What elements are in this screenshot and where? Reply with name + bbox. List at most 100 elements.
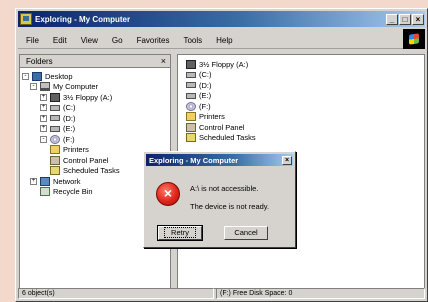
list-item-label: 3½ Floppy (A:)	[199, 59, 249, 69]
list-item[interactable]: Scheduled Tasks	[186, 133, 424, 144]
hard-drive-icon	[186, 92, 196, 99]
tree-expander[interactable]: +	[30, 177, 37, 185]
minimize-button[interactable]: _	[386, 13, 398, 25]
list-item-label: Printers	[199, 112, 225, 122]
tree-item-drive-c[interactable]: + (C:)	[20, 103, 170, 114]
tree-item-label: (F:)	[63, 134, 75, 144]
menu-tools[interactable]: Tools	[183, 36, 202, 45]
tree-expander[interactable]: -	[30, 83, 37, 91]
list-item[interactable]: (D:)	[186, 80, 424, 91]
tree-item-label: Control Panel	[63, 155, 109, 165]
tree-item-my-computer[interactable]: - My Computer	[20, 82, 170, 93]
computer-icon	[40, 82, 50, 92]
list-item-label: Scheduled Tasks	[199, 133, 256, 143]
tree-expander[interactable]: -	[40, 135, 47, 143]
list-item-label: (F:)	[199, 101, 211, 111]
hard-drive-icon	[50, 115, 60, 122]
hard-drive-icon	[186, 82, 196, 89]
tree-item-label: Desktop	[45, 71, 73, 81]
cd-drive-icon	[186, 101, 196, 111]
tree-expander[interactable]: +	[40, 104, 47, 112]
network-icon	[40, 176, 50, 186]
tree-expander[interactable]: -	[22, 72, 29, 80]
cancel-button[interactable]: Cancel	[224, 226, 268, 240]
contents-list: 3½ Floppy (A:) (C:) (D:) (E:) (F:) Print…	[178, 55, 424, 143]
windows-flag-icon	[409, 33, 419, 45]
desktop-icon	[32, 71, 42, 81]
list-item[interactable]: Printers	[186, 112, 424, 123]
retry-button[interactable]: Retry	[157, 225, 203, 241]
tree-item-label: 3½ Floppy (A:)	[63, 92, 113, 102]
floppy-drive-icon	[50, 92, 60, 102]
tree-expander	[30, 188, 37, 195]
recycle-bin-icon	[40, 187, 50, 197]
list-item-label: (E:)	[199, 91, 212, 101]
list-item[interactable]: Control Panel	[186, 122, 424, 133]
tree-item-drive-f[interactable]: - (F:)	[20, 134, 170, 145]
list-item-label: Control Panel	[199, 122, 245, 132]
tree-expander	[40, 157, 47, 164]
list-item[interactable]: (C:)	[186, 70, 424, 81]
tree-item-desktop[interactable]: - Desktop	[20, 71, 170, 82]
folders-pane-header: Folders ×	[20, 55, 170, 68]
list-item[interactable]: 3½ Floppy (A:)	[186, 59, 424, 70]
list-item[interactable]: (E:)	[186, 91, 424, 102]
error-message: A:\ is not accessible.	[190, 184, 259, 193]
control-panel-icon	[50, 155, 60, 165]
printers-folder-icon	[186, 112, 196, 122]
title-bar[interactable]: Exploring - My Computer _ □ ×	[18, 11, 425, 27]
tree-item-label: (D:)	[63, 113, 76, 123]
cd-drive-icon	[50, 134, 60, 144]
hard-drive-icon	[186, 71, 196, 78]
dialog-close-button[interactable]: ×	[282, 155, 292, 165]
folders-pane-close-button[interactable]: ×	[161, 56, 166, 66]
menu-help[interactable]: Help	[216, 36, 232, 45]
control-panel-icon	[186, 122, 196, 132]
tree-item-drive-e[interactable]: + (E:)	[20, 124, 170, 135]
error-icon: ×	[156, 182, 180, 206]
tree-expander[interactable]: +	[40, 114, 47, 122]
menu-view[interactable]: View	[81, 36, 98, 45]
tree-item-label: Scheduled Tasks	[63, 166, 120, 176]
tree-expander	[40, 167, 47, 174]
windows-logo	[403, 29, 425, 49]
tree-expander[interactable]: +	[40, 125, 47, 133]
error-detail: The device is not ready.	[190, 202, 270, 211]
maximize-button[interactable]: □	[399, 13, 411, 25]
scheduled-tasks-icon	[186, 133, 196, 143]
tree-item-label: Network	[53, 176, 81, 186]
explorer-app-icon	[20, 13, 32, 25]
retry-button-label: Retry	[164, 227, 196, 238]
tree-item-label: Recycle Bin	[53, 187, 93, 197]
printers-folder-icon	[50, 145, 60, 155]
close-button[interactable]: ×	[412, 13, 424, 25]
dialog-title-bar[interactable]: Exploring - My Computer ×	[146, 154, 293, 166]
status-left: 6 object(s)	[18, 288, 214, 299]
list-item-label: (C:)	[199, 70, 212, 80]
tree-item-drive-d[interactable]: + (D:)	[20, 113, 170, 124]
tree-item-label: (E:)	[63, 124, 76, 134]
dialog-title: Exploring - My Computer	[149, 155, 239, 165]
tree-item-floppy-a[interactable]: + 3½ Floppy (A:)	[20, 92, 170, 103]
tree-item-label: My Computer	[53, 82, 99, 92]
list-item-label: (D:)	[199, 80, 212, 90]
menu-go[interactable]: Go	[112, 36, 123, 45]
scheduled-tasks-icon	[50, 166, 60, 176]
menu-edit[interactable]: Edit	[53, 36, 67, 45]
floppy-drive-icon	[186, 59, 196, 69]
folders-pane-title: Folders	[26, 56, 53, 66]
hard-drive-icon	[50, 125, 60, 132]
tree-expander[interactable]: +	[40, 93, 47, 101]
list-item[interactable]: (F:)	[186, 101, 424, 112]
status-bar: 6 object(s) (F:) Free Disk Space: 0	[18, 288, 425, 299]
error-dialog: Exploring - My Computer × × A:\ is not a…	[143, 151, 296, 248]
menu-favorites[interactable]: Favorites	[137, 36, 170, 45]
tree-expander	[40, 146, 47, 153]
tree-item-label: (C:)	[63, 103, 76, 113]
tree-item-label: Printers	[63, 145, 89, 155]
menu-file[interactable]: File	[26, 36, 39, 45]
status-right: (F:) Free Disk Space: 0	[216, 288, 425, 299]
window-title: Exploring - My Computer	[35, 14, 131, 24]
menu-bar: File Edit View Go Favorites Tools Help	[18, 33, 425, 49]
hard-drive-icon	[50, 104, 60, 111]
